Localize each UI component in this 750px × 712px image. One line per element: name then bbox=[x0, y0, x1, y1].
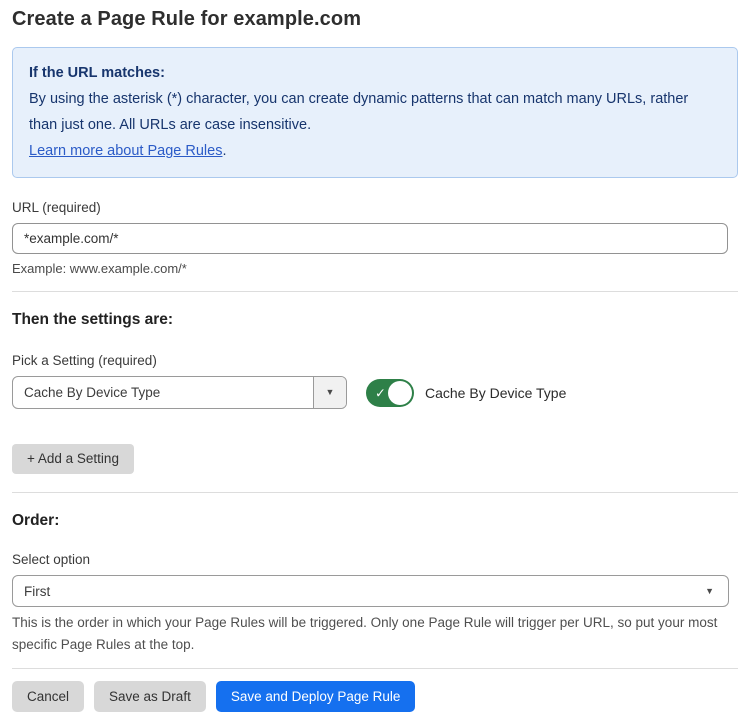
url-field-label: URL (required) bbox=[12, 200, 738, 215]
setting-select-value: Cache By Device Type bbox=[13, 377, 313, 408]
actions-row: Cancel Save as Draft Save and Deploy Pag… bbox=[12, 681, 738, 712]
save-deploy-button[interactable]: Save and Deploy Page Rule bbox=[216, 681, 416, 712]
settings-section-heading: Then the settings are: bbox=[12, 311, 738, 329]
url-match-info-box: If the URL matches: By using the asteris… bbox=[12, 47, 738, 178]
setting-toggle-label: Cache By Device Type bbox=[425, 385, 566, 401]
save-draft-button[interactable]: Save as Draft bbox=[94, 681, 206, 712]
add-setting-button[interactable]: + Add a Setting bbox=[12, 444, 134, 474]
order-select[interactable]: First ▼ bbox=[12, 575, 729, 607]
toggle-knob bbox=[388, 381, 412, 405]
check-icon: ✓ bbox=[375, 386, 386, 399]
page-title: Create a Page Rule for example.com bbox=[12, 8, 738, 31]
order-select-value: First bbox=[13, 584, 705, 599]
order-select-label: Select option bbox=[12, 552, 738, 567]
info-box-link-line: Learn more about Page Rules. bbox=[29, 138, 721, 164]
order-section-heading: Order: bbox=[12, 512, 738, 530]
divider bbox=[12, 291, 738, 292]
setting-select[interactable]: Cache By Device Type ▼ bbox=[12, 376, 347, 409]
info-box-heading: If the URL matches: bbox=[29, 60, 721, 86]
chevron-down-icon: ▼ bbox=[326, 388, 335, 397]
setting-toggle[interactable]: ✓ bbox=[366, 379, 414, 407]
learn-more-link[interactable]: Learn more about Page Rules bbox=[29, 143, 222, 159]
divider bbox=[12, 668, 738, 669]
cancel-button[interactable]: Cancel bbox=[12, 681, 84, 712]
order-help-text: This is the order in which your Page Rul… bbox=[12, 612, 732, 656]
divider bbox=[12, 492, 738, 493]
info-box-body: By using the asterisk (*) character, you… bbox=[29, 86, 719, 138]
setting-row: Cache By Device Type ▼ ✓ Cache By Device… bbox=[12, 376, 738, 409]
url-input[interactable] bbox=[12, 223, 728, 254]
url-example-text: Example: www.example.com/* bbox=[12, 261, 738, 276]
setting-select-arrow-button[interactable]: ▼ bbox=[313, 377, 346, 408]
link-suffix: . bbox=[222, 143, 226, 159]
page-rule-form: Create a Page Rule for example.com If th… bbox=[0, 0, 750, 712]
setting-picker-label: Pick a Setting (required) bbox=[12, 353, 738, 368]
chevron-down-icon: ▼ bbox=[705, 587, 728, 596]
